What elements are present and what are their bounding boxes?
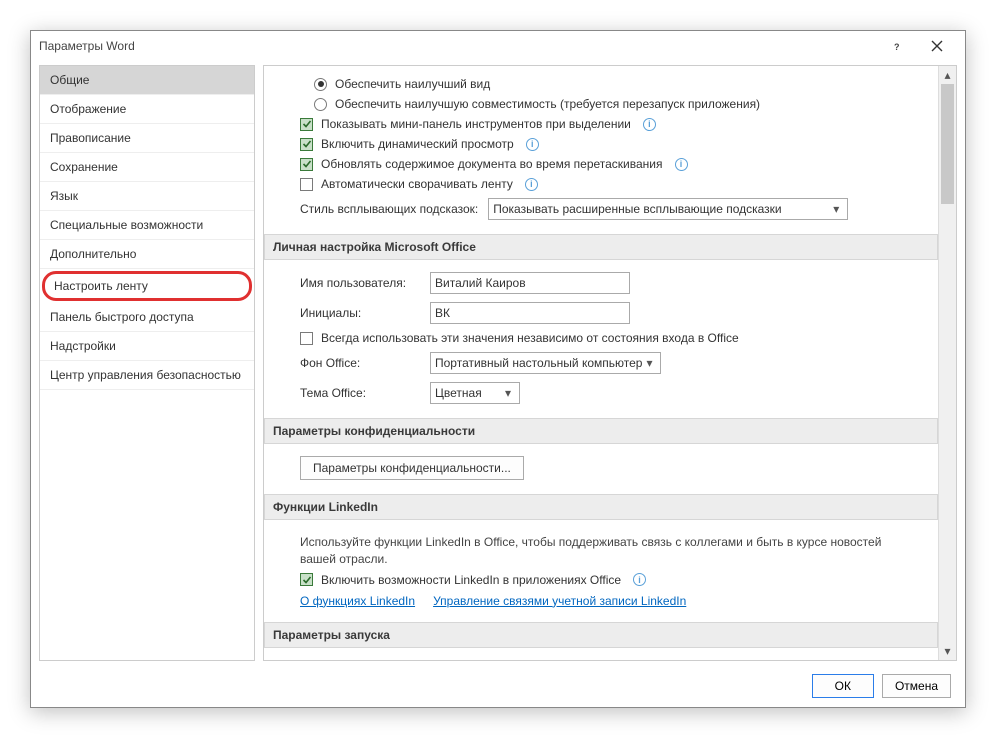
content: Обеспечить наилучший вид Обеспечить наил… [264, 66, 938, 660]
sidebar-item-save[interactable]: Сохранение [40, 153, 254, 182]
check-drag-update[interactable] [300, 158, 313, 171]
scroll-track[interactable] [939, 84, 956, 642]
scroll-thumb[interactable] [941, 84, 954, 204]
check-linkedin-label: Включить возможности LinkedIn в приложен… [321, 573, 621, 587]
help-button[interactable]: ? [877, 31, 917, 61]
linkedin-desc: Используйте функции LinkedIn в Office, ч… [284, 528, 924, 570]
radio-best-view-row: Обеспечить наилучший вид [284, 74, 924, 94]
tooltip-style-label: Стиль всплывающих подсказок: [300, 202, 478, 216]
radio-best-view-label: Обеспечить наилучший вид [335, 77, 490, 91]
check-drag-update-label: Обновлять содержимое документа во время … [321, 157, 663, 171]
check-linkedin-row: Включить возможности LinkedIn в приложен… [284, 570, 924, 590]
check-always-use-label: Всегда использовать эти значения независ… [321, 331, 739, 345]
check-auto-collapse[interactable] [300, 178, 313, 191]
initials-field[interactable]: ВК [430, 302, 630, 324]
privacy-row: Параметры конфиденциальности... [284, 452, 924, 484]
sidebar-item-customize-ribbon[interactable]: Настроить ленту [42, 271, 252, 301]
radio-best-compat-label: Обеспечить наилучшую совместимость (треб… [335, 97, 760, 111]
word-options-dialog: Параметры Word ? Общие Отображение Право… [30, 30, 966, 708]
radio-best-compat-row: Обеспечить наилучшую совместимость (треб… [284, 94, 924, 114]
initials-label: Инициалы: [300, 306, 420, 320]
office-bg-row: Фон Office: Портативный настольный компь… [284, 348, 924, 378]
office-theme-row: Тема Office: Цветная ▾ [284, 378, 924, 408]
sidebar-item-advanced[interactable]: Дополнительно [40, 240, 254, 269]
section-startup: Параметры запуска [264, 622, 938, 648]
tooltip-style-row: Стиль всплывающих подсказок: Показывать … [284, 194, 924, 224]
check-mini-toolbar[interactable] [300, 118, 313, 131]
info-icon[interactable] [526, 138, 539, 151]
sidebar-item-display[interactable]: Отображение [40, 95, 254, 124]
chevron-down-icon: ▾ [501, 386, 515, 400]
scroll-down-icon[interactable]: ▾ [939, 642, 956, 660]
chevron-down-icon: ▾ [829, 202, 843, 216]
footer: ОК Отмена [31, 665, 965, 707]
scrollbar[interactable]: ▴ ▾ [938, 66, 956, 660]
info-icon[interactable] [525, 178, 538, 191]
initials-row: Инициалы: ВК [284, 298, 924, 328]
info-icon[interactable] [675, 158, 688, 171]
privacy-settings-button[interactable]: Параметры конфиденциальности... [300, 456, 524, 480]
tooltip-style-combo[interactable]: Показывать расширенные всплывающие подск… [488, 198, 848, 220]
sidebar-item-accessibility[interactable]: Специальные возможности [40, 211, 254, 240]
check-always-use[interactable] [300, 332, 313, 345]
linkedin-links-row: О функциях LinkedIn Управление связями у… [284, 590, 924, 612]
linkedin-about-link[interactable]: О функциях LinkedIn [300, 594, 415, 608]
close-button[interactable] [917, 31, 957, 61]
check-mini-toolbar-row: Показывать мини-панель инструментов при … [284, 114, 924, 134]
sidebar-item-qat[interactable]: Панель быстрого доступа [40, 303, 254, 332]
radio-best-view[interactable] [314, 78, 327, 91]
dialog-body: Общие Отображение Правописание Сохранени… [31, 61, 965, 665]
tooltip-style-value: Показывать расширенные всплывающие подск… [493, 202, 829, 216]
office-theme-combo[interactable]: Цветная ▾ [430, 382, 520, 404]
check-live-preview[interactable] [300, 138, 313, 151]
username-label: Имя пользователя: [300, 276, 420, 290]
sidebar-item-proofing[interactable]: Правописание [40, 124, 254, 153]
cancel-button[interactable]: Отмена [882, 674, 951, 698]
section-personal: Личная настройка Microsoft Office [264, 234, 938, 260]
sidebar-item-language[interactable]: Язык [40, 182, 254, 211]
info-icon[interactable] [643, 118, 656, 131]
radio-best-compat[interactable] [314, 98, 327, 111]
content-wrap: Обеспечить наилучший вид Обеспечить наил… [263, 65, 957, 661]
ok-button[interactable]: ОК [812, 674, 874, 698]
check-auto-collapse-label: Автоматически сворачивать ленту [321, 177, 513, 191]
check-mini-toolbar-label: Показывать мини-панель инструментов при … [321, 117, 631, 131]
username-row: Имя пользователя: Виталий Каиров [284, 268, 924, 298]
dialog-title: Параметры Word [39, 39, 877, 53]
sidebar: Общие Отображение Правописание Сохранени… [39, 65, 255, 661]
section-linkedin: Функции LinkedIn [264, 494, 938, 520]
username-field[interactable]: Виталий Каиров [430, 272, 630, 294]
scroll-up-icon[interactable]: ▴ [939, 66, 956, 84]
linkedin-manage-link[interactable]: Управление связями учетной записи Linked… [433, 594, 686, 608]
check-live-preview-row: Включить динамический просмотр [284, 134, 924, 154]
svg-text:?: ? [894, 42, 900, 52]
check-auto-collapse-row: Автоматически сворачивать ленту [284, 174, 924, 194]
office-bg-combo[interactable]: Портативный настольный компьютер ▾ [430, 352, 661, 374]
startup-ext-row: Выберите расширения, которые должны откр… [284, 656, 924, 660]
check-drag-update-row: Обновлять содержимое документа во время … [284, 154, 924, 174]
info-icon[interactable] [633, 573, 646, 586]
check-always-use-row: Всегда использовать эти значения независ… [284, 328, 924, 348]
office-theme-label: Тема Office: [300, 386, 420, 400]
section-privacy: Параметры конфиденциальности [264, 418, 938, 444]
check-live-preview-label: Включить динамический просмотр [321, 137, 514, 151]
sidebar-item-general[interactable]: Общие [40, 66, 254, 95]
sidebar-item-addins[interactable]: Надстройки [40, 332, 254, 361]
titlebar: Параметры Word ? [31, 31, 965, 61]
chevron-down-icon: ▾ [642, 356, 656, 370]
check-linkedin[interactable] [300, 573, 313, 586]
sidebar-item-trust-center[interactable]: Центр управления безопасностью [40, 361, 254, 390]
office-bg-label: Фон Office: [300, 356, 420, 370]
